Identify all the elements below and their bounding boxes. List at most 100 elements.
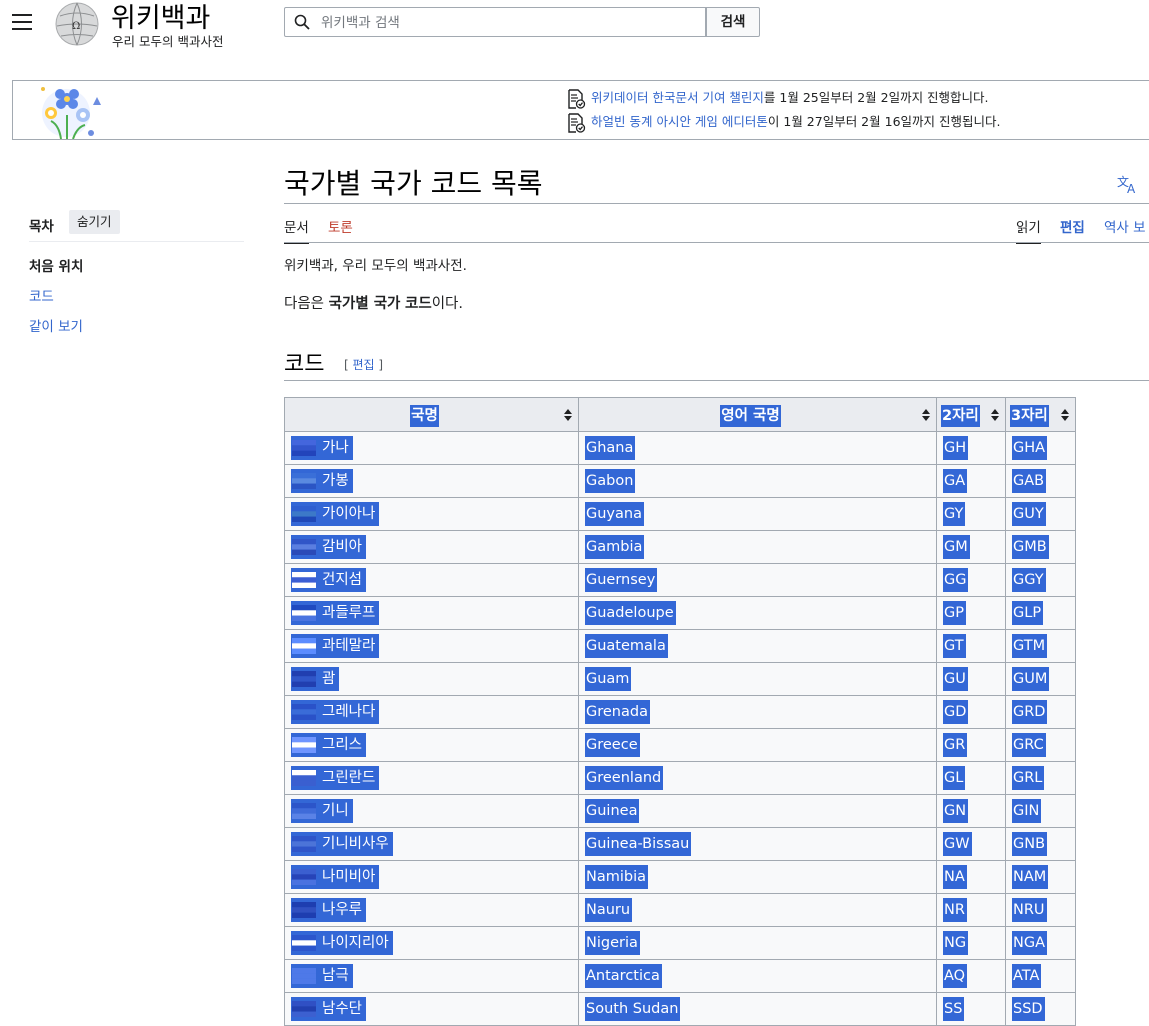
table-row: 기니 Guinea GN GIN: [284, 794, 1076, 828]
main-menu-icon[interactable]: [12, 14, 32, 30]
header-alpha-3[interactable]: 3자리: [1005, 397, 1076, 432]
alpha-3-code: GAB: [1012, 469, 1047, 493]
title-divider: [284, 203, 1149, 204]
header-korean-name[interactable]: 국명: [284, 397, 579, 432]
country-link-english[interactable]: Antarctica: [585, 964, 662, 988]
country-flag-icon[interactable]: [292, 836, 316, 852]
cell-korean-name: 괌: [284, 662, 579, 696]
country-link-english[interactable]: Nigeria: [585, 931, 640, 955]
country-link-english[interactable]: Guam: [585, 667, 632, 691]
tab-read[interactable]: 읽기: [1016, 216, 1041, 244]
country-link-korean[interactable]: 남수단: [318, 1001, 366, 1017]
country-link-korean[interactable]: 괌: [318, 671, 339, 687]
site-notice-banner: 위키데이터 한국문서 기여 챌린지를 1월 25일부터 2월 2일까지 진행합니…: [12, 80, 1149, 140]
country-flag-icon[interactable]: [292, 473, 316, 489]
country-flag-icon[interactable]: [292, 869, 316, 885]
tab-history[interactable]: 역사 보: [1104, 216, 1146, 242]
country-link-korean[interactable]: 나미비아: [318, 869, 379, 885]
table-row: 과테말라 Guatemala GT GTM: [284, 629, 1076, 663]
country-link-english[interactable]: Ghana: [585, 436, 636, 460]
intro-bold-1: 국가별 국가: [328, 296, 401, 312]
section-edit-link[interactable]: 편집: [353, 358, 375, 372]
country-link-korean[interactable]: 건지섬: [318, 572, 366, 588]
country-flag-icon[interactable]: [292, 803, 316, 819]
country-link-korean[interactable]: 가이아나: [318, 506, 379, 522]
country-link-korean[interactable]: 가나: [318, 440, 353, 456]
country-flag-icon[interactable]: [292, 638, 316, 654]
toc-item-top[interactable]: 처음 위치: [29, 255, 83, 275]
country-link-korean[interactable]: 기니: [318, 803, 353, 819]
country-link-korean[interactable]: 기니비사우: [318, 836, 393, 852]
country-flag-icon[interactable]: [292, 737, 316, 753]
country-link-korean[interactable]: 과테말라: [318, 638, 379, 654]
cell-alpha-3: GRD: [1005, 695, 1076, 729]
toc-hide-button[interactable]: 숨기기: [69, 210, 120, 234]
selection-highlight: 나이지리아: [291, 931, 393, 955]
country-link-korean[interactable]: 그리스: [318, 737, 366, 753]
alpha-2-code: NA: [943, 865, 967, 889]
country-link-english[interactable]: Namibia: [585, 865, 649, 889]
alpha-2-code: SS: [943, 997, 965, 1021]
country-flag-icon[interactable]: [292, 935, 316, 951]
country-link-english[interactable]: Grenada: [585, 700, 650, 724]
country-link-english[interactable]: Guadeloupe: [585, 601, 676, 625]
site-title[interactable]: 위키백과: [111, 0, 210, 35]
country-flag-icon[interactable]: [292, 605, 316, 621]
country-flag-icon[interactable]: [292, 770, 316, 786]
country-flag-icon[interactable]: [292, 704, 316, 720]
wikipedia-globe-logo-icon[interactable]: Ω: [52, 0, 102, 46]
country-link-english[interactable]: Guyana: [585, 502, 644, 526]
country-flag-icon[interactable]: [292, 1001, 316, 1017]
country-link-english[interactable]: Gabon: [585, 469, 636, 493]
header-alpha-2[interactable]: 2자리: [936, 397, 1006, 432]
cell-alpha-3: GLP: [1005, 596, 1076, 630]
alpha-2-code: AQ: [943, 964, 968, 988]
country-link-english[interactable]: Guinea: [585, 799, 640, 823]
country-link-korean[interactable]: 그린란드: [318, 770, 379, 786]
country-link-korean[interactable]: 나이지리아: [318, 935, 393, 951]
cell-alpha-2: GN: [936, 794, 1006, 828]
table-row: 과들루프 Guadeloupe GP GLP: [284, 596, 1076, 630]
country-flag-icon[interactable]: [292, 968, 316, 984]
country-link-english[interactable]: Guinea-Bissau: [585, 832, 692, 856]
search-button[interactable]: 검색: [706, 7, 760, 37]
notice-1-link[interactable]: 위키데이터 한국문서 기여 챌린지: [591, 90, 764, 105]
country-flag-icon[interactable]: [292, 539, 316, 555]
country-link-korean[interactable]: 감비아: [318, 539, 366, 555]
tab-article[interactable]: 문서: [284, 216, 309, 244]
country-link-english[interactable]: Nauru: [585, 898, 633, 922]
toc-item-codes[interactable]: 코드: [29, 285, 54, 305]
country-link-korean[interactable]: 나우루: [318, 902, 366, 918]
country-link-korean[interactable]: 가봉: [318, 473, 353, 489]
header-english-name[interactable]: 영어 국명: [578, 397, 937, 432]
intro-bold-2: 코드: [405, 296, 432, 312]
cell-korean-name: 그레나다: [284, 695, 579, 729]
search-box[interactable]: [284, 7, 706, 37]
cell-alpha-3: NGA: [1005, 926, 1076, 960]
site-subtitle: 위키백과, 우리 모두의 백과사전.: [284, 258, 467, 274]
intro-post: 이다.: [431, 296, 463, 312]
country-flag-icon[interactable]: [292, 572, 316, 588]
country-flag-icon[interactable]: [292, 902, 316, 918]
notice-2-link[interactable]: 하얼빈 동계 아시안 게임 에디터톤: [591, 114, 768, 129]
language-translate-icon[interactable]: 文 A: [1117, 174, 1139, 194]
country-link-korean[interactable]: 과들루프: [318, 605, 379, 621]
country-link-english[interactable]: Guernsey: [585, 568, 658, 592]
toc-item-see-also[interactable]: 같이 보기: [29, 315, 83, 335]
cell-alpha-2: GU: [936, 662, 1006, 696]
country-link-english[interactable]: Greenland: [585, 766, 664, 790]
section-edit: [ 편집 ]: [344, 356, 383, 373]
search-input[interactable]: [319, 11, 693, 35]
country-link-english[interactable]: Greece: [585, 733, 640, 757]
country-link-korean[interactable]: 남극: [318, 968, 353, 984]
country-flag-icon[interactable]: [292, 440, 316, 456]
svg-text:Ω: Ω: [72, 21, 80, 32]
country-link-english[interactable]: South Sudan: [585, 997, 681, 1021]
country-link-english[interactable]: Guatemala: [585, 634, 668, 658]
country-link-korean[interactable]: 그레나다: [318, 704, 379, 720]
tab-edit[interactable]: 편집: [1060, 216, 1085, 242]
tab-talk[interactable]: 토론: [328, 216, 353, 242]
country-link-english[interactable]: Gambia: [585, 535, 645, 559]
country-flag-icon[interactable]: [292, 671, 316, 687]
country-flag-icon[interactable]: [292, 506, 316, 522]
